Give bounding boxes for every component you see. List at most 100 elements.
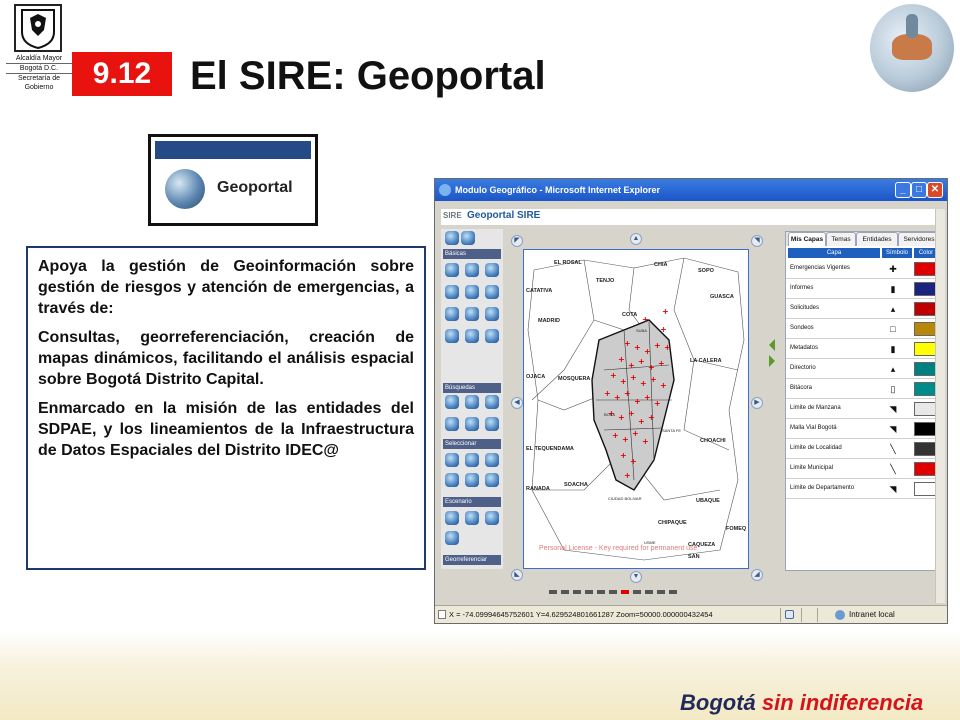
map-view[interactable]: + + + + + + + + + + + + + + + + + + + + + + + + + + + + + + + + + … (523, 249, 749, 569)
map-label-choachi: CHOACHI (700, 438, 726, 444)
tab-entidades[interactable]: Entidades (856, 232, 898, 246)
layer-symbol-icon: ▴ (890, 364, 896, 374)
full-extent-tool-icon[interactable] (445, 285, 459, 299)
status-divider (780, 608, 781, 622)
svg-text:+: + (630, 457, 637, 466)
query-tool-icon[interactable] (445, 417, 459, 431)
info-tool-icon[interactable] (465, 285, 479, 299)
layer-color-swatch[interactable] (914, 402, 936, 416)
zoom-out-tool-icon[interactable] (465, 263, 479, 277)
map-label-el-tequendama: EL TEQUENDAMA (526, 446, 574, 452)
svg-text:+: + (638, 357, 645, 366)
pan-east-arrow-icon[interactable]: ▶ (751, 397, 763, 409)
measure-tool-icon[interactable] (465, 307, 479, 321)
select-polygon-tool-icon[interactable] (485, 453, 499, 467)
address-search-tool-icon[interactable] (465, 395, 479, 409)
layer-color-swatch[interactable] (914, 442, 936, 456)
scenario-open-tool-icon[interactable] (465, 511, 479, 525)
layer-symbol-icon: ◥ (889, 424, 897, 434)
panel-toggle-arrows-icon[interactable] (767, 337, 777, 371)
scenario-save-tool-icon[interactable] (485, 511, 499, 525)
edit-tool-icon[interactable] (485, 307, 499, 321)
print-tool-icon[interactable] (445, 307, 459, 321)
zoom-next-tool-icon[interactable] (461, 231, 475, 245)
map-label-cota: COTA (622, 312, 638, 318)
minimize-button[interactable]: _ (895, 182, 911, 198)
layer-row[interactable]: Metadatos ▮ (786, 340, 940, 359)
earth-icon (165, 169, 205, 209)
bogota-crest-logo (14, 4, 62, 52)
close-button[interactable]: ✕ (927, 182, 943, 198)
layer-row[interactable]: Informes ▮ (786, 280, 940, 299)
layer-row[interactable]: Emergencias Vigentes ✚ (786, 260, 940, 279)
layer-row[interactable]: Malla Vial Bogotá ◥ (786, 420, 940, 439)
select-line-tool-icon[interactable] (445, 473, 459, 487)
filter-tool-icon[interactable] (465, 417, 479, 431)
pan-southeast-arrow-icon[interactable]: ◢ (751, 569, 763, 581)
layer-row[interactable]: Sondeos □ (786, 320, 940, 339)
zoom-prev-tool-icon[interactable] (445, 231, 459, 245)
clear-selection-tool-icon[interactable] (465, 473, 479, 487)
select-tool-icon[interactable] (485, 285, 499, 299)
zoom-in-tool-icon[interactable] (445, 263, 459, 277)
geoportal-logo: Geoportal (148, 134, 318, 226)
sire-globe-logo (870, 4, 954, 92)
zoom-scale-bar[interactable] (549, 589, 689, 595)
layer-symbol-icon: ◥ (889, 404, 897, 414)
pan-southwest-arrow-icon[interactable]: ◣ (511, 569, 523, 581)
tab-mis-capas[interactable]: Mis Capas (788, 232, 826, 246)
pan-tool-icon[interactable] (485, 263, 499, 277)
layer-color-swatch[interactable] (914, 302, 936, 316)
layer-row[interactable]: Solicitudes ▴ (786, 300, 940, 319)
layer-color-swatch[interactable] (914, 342, 936, 356)
layer-color-swatch[interactable] (914, 282, 936, 296)
globe-figure-icon (906, 14, 918, 38)
legend-tool-icon[interactable] (465, 329, 479, 343)
layer-row[interactable]: Limite Municipal ╲ (786, 460, 940, 479)
layer-color-swatch[interactable] (914, 482, 936, 496)
footer-brand-part-1: Bogotá (680, 690, 762, 715)
pan-northeast-arrow-icon[interactable]: ◥ (751, 235, 763, 247)
status-divider (817, 608, 818, 622)
svg-text:+: + (644, 347, 651, 356)
svg-text:+: + (630, 373, 637, 382)
select-point-tool-icon[interactable] (445, 453, 459, 467)
scenario-edit-tool-icon[interactable] (445, 531, 459, 545)
tab-temas[interactable]: Temas (826, 232, 856, 246)
maximize-button[interactable]: □ (911, 182, 927, 198)
select-box-tool-icon[interactable] (465, 453, 479, 467)
overview-tool-icon[interactable] (485, 329, 499, 343)
tab-servidores[interactable]: Servidores (898, 232, 940, 246)
map-label-ranada: RANADA (526, 486, 550, 492)
pan-northwest-arrow-icon[interactable]: ◤ (511, 235, 523, 247)
layer-color-swatch[interactable] (914, 322, 936, 336)
search-tool-icon[interactable] (445, 395, 459, 409)
place-search-tool-icon[interactable] (485, 395, 499, 409)
layer-color-swatch[interactable] (914, 382, 936, 396)
description-paragraph-1: Apoya la gestión de Geoinformación sobre… (38, 258, 414, 317)
svg-text:+: + (628, 361, 635, 370)
layer-name: Malla Vial Bogotá (790, 425, 837, 431)
layers-panel: Mis Capas Temas Entidades Servidores Cap… (785, 231, 941, 571)
description-paragraph-2: Consultas, georreferenciación, creación … (38, 329, 414, 388)
layer-row[interactable]: Limite de Localidad ╲ (786, 440, 940, 459)
layer-row[interactable]: Limite de Manzana ◥ (786, 400, 940, 419)
scenario-new-tool-icon[interactable] (445, 511, 459, 525)
buffer-tool-icon[interactable] (485, 473, 499, 487)
layer-row[interactable]: Limite de Departamento ◥ (786, 480, 940, 499)
layer-color-swatch[interactable] (914, 422, 936, 436)
layer-color-swatch[interactable] (914, 262, 936, 276)
layer-color-swatch[interactable] (914, 462, 936, 476)
layer-row[interactable]: Bitácora ▯ (786, 380, 940, 399)
svg-text:+: + (614, 393, 621, 402)
refresh-tool-icon[interactable] (445, 329, 459, 343)
vertical-scrollbar[interactable] (935, 209, 945, 603)
pan-south-arrow-icon[interactable]: ▼ (630, 571, 642, 583)
map-label-suba: SUBA (636, 328, 647, 333)
map-label-tenjo: TENJO (596, 278, 615, 284)
layer-color-swatch[interactable] (914, 362, 936, 376)
pan-north-arrow-icon[interactable]: ▲ (630, 233, 642, 245)
layer-row[interactable]: Directorio ▴ (786, 360, 940, 379)
locate-tool-icon[interactable] (485, 417, 499, 431)
pan-west-arrow-icon[interactable]: ◀ (511, 397, 523, 409)
